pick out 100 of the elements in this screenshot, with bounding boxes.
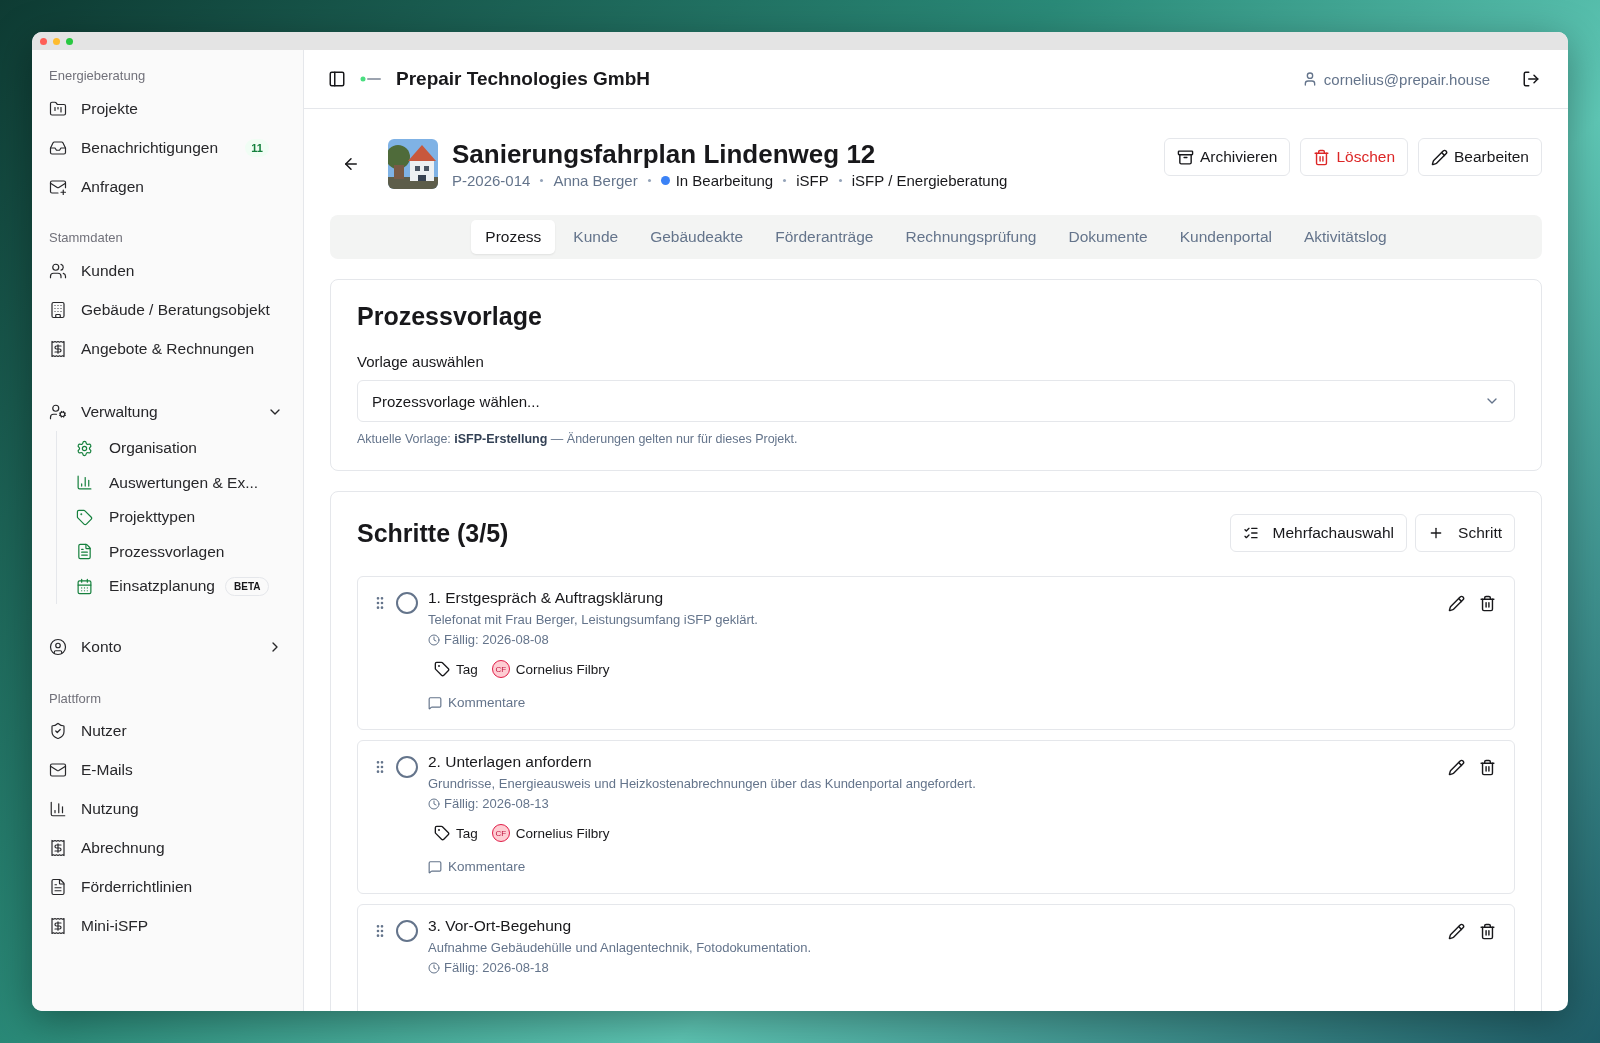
meta-text: iSFP: [796, 172, 829, 189]
logout-icon[interactable]: [1522, 70, 1540, 88]
tab[interactable]: Prozess: [471, 220, 556, 254]
step-checkbox[interactable]: [396, 592, 418, 614]
item-label: Einsatzplanung: [109, 577, 215, 596]
item-label: Verwaltung: [81, 402, 159, 421]
item-label: Gebäude / Beratungsobjekt: [81, 300, 271, 319]
assignee-chip[interactable]: CF Cornelius Filbry: [491, 660, 610, 678]
menu-icon: [49, 177, 67, 196]
edit-icon[interactable]: [1448, 595, 1465, 612]
separator-dot: [647, 179, 651, 182]
multi-select-button[interactable]: Mehrfachauswahl: [1229, 514, 1408, 552]
item-label: Angebote & Rechnungen: [81, 339, 256, 358]
sidebar-item[interactable]: Angebote & Rechnungen: [48, 329, 287, 368]
sidebar-item[interactable]: Nutzung: [48, 789, 287, 829]
step-description: Telefonat mit Frau Berger, Leistungsumfang iSFP geklärt.: [428, 612, 759, 627]
sidebar-item[interactable]: Projekttypen: [75, 500, 287, 535]
item-label: Benachrichtigungen: [81, 138, 220, 157]
sidebar-item[interactable]: Konto: [48, 627, 287, 667]
due-date: Fällig: 2026-08-13: [444, 796, 549, 811]
template-select[interactable]: Prozessvorlage wählen...: [357, 380, 1515, 422]
avatar: CF: [491, 824, 510, 842]
menu-icon: [49, 402, 67, 421]
sidebar-toggle-icon[interactable]: [328, 70, 346, 88]
sidebar-item[interactable]: Benachrichtigungen 11: [48, 128, 287, 167]
tab[interactable]: Gebäudeakte: [636, 220, 758, 254]
menu-icon: [76, 474, 93, 492]
tab[interactable]: Kundenportal: [1165, 220, 1286, 254]
item-label: Organisation: [109, 439, 197, 458]
tag-icon: [434, 825, 450, 841]
meta-text: P-2026-014: [452, 172, 531, 189]
card-title: Schritte (3/5): [357, 518, 510, 548]
sidebar-item[interactable]: Prozessvorlagen: [75, 534, 287, 569]
sidebar-item[interactable]: Einsatzplanung BETA: [75, 569, 287, 604]
comments-button[interactable]: Kommentare: [428, 859, 1440, 874]
archive-button[interactable]: Archivieren: [1163, 138, 1291, 176]
tab[interactable]: Kunde: [559, 220, 633, 254]
tag-icon: [434, 661, 450, 677]
menu-icon: [49, 878, 67, 896]
delete-button[interactable]: Löschen: [1300, 138, 1408, 176]
section-heading: Plattform: [48, 690, 102, 708]
menu-icon: [49, 917, 67, 935]
separator-dot: [540, 179, 544, 182]
status-label: In Bearbeitung: [675, 172, 774, 189]
comment-icon: [428, 859, 442, 874]
menu-icon: [49, 761, 67, 779]
project-title: Sanierungsfahrplan Lindenweg 12: [452, 139, 877, 170]
sidebar-item[interactable]: Gebäude / Beratungsobjekt: [48, 290, 287, 329]
sidebar-item[interactable]: Auswertungen & Ex...: [75, 465, 287, 500]
tab[interactable]: Förderanträge: [761, 220, 888, 254]
edit-icon[interactable]: [1448, 759, 1465, 776]
section-heading: Stammdaten: [48, 230, 124, 247]
field-label: Vorlage auswählen: [357, 353, 485, 370]
sidebar-item[interactable]: Abrechnung: [48, 828, 287, 868]
step-title: 2. Unterlagen anfordern: [428, 753, 593, 771]
menu-icon: [76, 543, 93, 561]
step-checkbox[interactable]: [396, 756, 418, 778]
comments-button[interactable]: Kommentare: [428, 695, 1440, 710]
assignee-chip[interactable]: CF Cornelius Filbry: [491, 824, 610, 842]
menu-icon: [49, 638, 67, 656]
delete-icon[interactable]: [1479, 595, 1496, 612]
separator-dot: [838, 179, 842, 182]
item-label: Abrechnung: [81, 839, 166, 857]
sidebar-item[interactable]: Projekte: [48, 89, 287, 128]
sidebar-item[interactable]: E-Mails: [48, 750, 287, 790]
trash-icon: [1313, 148, 1331, 166]
meta-text: iSFP / Energieberatung: [851, 172, 1008, 189]
add-step-button[interactable]: Schritt: [1415, 514, 1515, 552]
back-icon[interactable]: [342, 155, 360, 173]
menu-icon: [76, 439, 93, 457]
menu-icon: [49, 138, 67, 157]
item-label: Anfragen: [81, 177, 145, 196]
delete-icon[interactable]: [1479, 923, 1496, 940]
sidebar-item[interactable]: Organisation: [75, 431, 287, 466]
step-title: 1. Erstgespräch & Auftragsklärung: [428, 589, 665, 607]
tab[interactable]: Rechnungsprüfung: [891, 220, 1051, 254]
step-checkbox[interactable]: [396, 920, 418, 942]
template-note: Aktuelle Vorlage: iSFP-Erstellung — Änderungen gelten nur für dieses Projekt.: [357, 432, 799, 446]
edit-button[interactable]: Bearbeiten: [1418, 138, 1542, 176]
separator-dot: [783, 179, 787, 182]
tab[interactable]: Aktivitätslog: [1289, 220, 1401, 254]
archive-box-icon: [1176, 148, 1194, 166]
tag-chip[interactable]: Tag: [434, 661, 478, 677]
menu-icon: [76, 577, 93, 595]
menu-icon: [49, 261, 67, 280]
sidebar-item[interactable]: Mini-iSFP: [48, 906, 287, 946]
sidebar-item[interactable]: Nutzer: [48, 711, 287, 751]
item-label: Projekte: [81, 99, 139, 118]
sidebar-item[interactable]: Kunden: [48, 251, 287, 290]
menu-icon: [49, 339, 67, 358]
sidebar-item[interactable]: Verwaltung: [48, 392, 287, 431]
menu-icon: [49, 99, 67, 118]
edit-icon[interactable]: [1448, 923, 1465, 940]
menu-icon: [76, 508, 93, 526]
sidebar-item[interactable]: Anfragen: [48, 167, 287, 206]
delete-icon[interactable]: [1479, 759, 1496, 776]
sidebar-item[interactable]: Förderrichtlinien: [48, 867, 287, 907]
tag-chip[interactable]: Tag: [434, 825, 478, 841]
due-date: Fällig: 2026-08-08: [444, 632, 549, 647]
tab[interactable]: Dokumente: [1054, 220, 1162, 254]
